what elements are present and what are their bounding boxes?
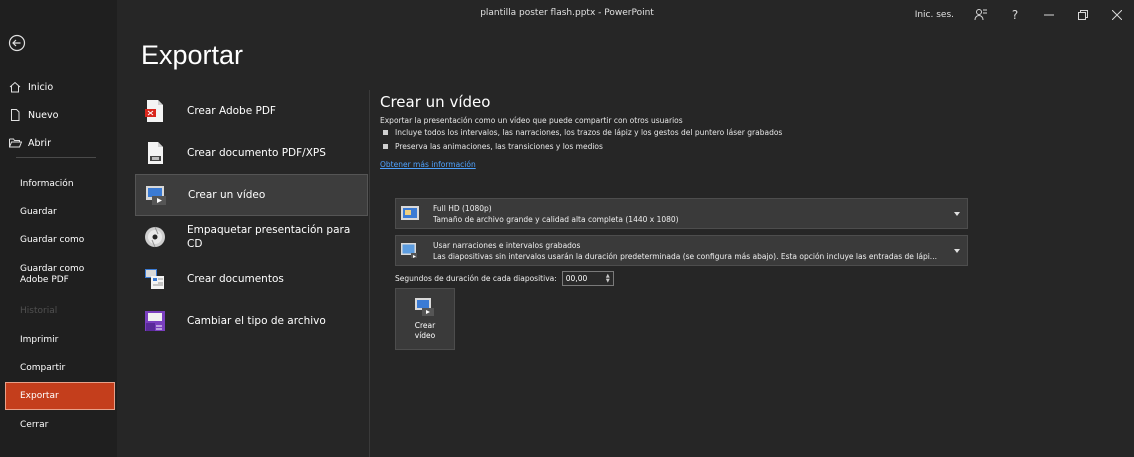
slide-duration-stepper[interactable]: 00,00 ▲ ▼ (561, 271, 614, 286)
nav-item-label: Guardar (20, 206, 57, 217)
nav-item-label: Nuevo (28, 109, 59, 121)
change-file-type-icon (145, 311, 165, 331)
sign-in-link[interactable]: Inic. ses. (915, 10, 954, 20)
restore-icon[interactable] (1066, 0, 1100, 30)
narration-timing-icon (401, 242, 417, 258)
close-icon[interactable] (1100, 0, 1134, 30)
nav-item-label: Compartir (20, 362, 66, 373)
quality-title: Full HD (1080p) (433, 203, 492, 213)
nav-item-cerrar[interactable]: Cerrar (0, 410, 117, 440)
handouts-icon (145, 269, 164, 289)
bullet-item: Incluye todos los intervalos, las narrac… (380, 128, 970, 137)
option-empaquetar-cd[interactable]: Empaquetar presentación para CD (135, 216, 368, 258)
option-label: Crear documentos (187, 273, 284, 285)
title-bar-controls: Inic. ses. ? (915, 0, 1134, 30)
nav-item-label: Historial (20, 305, 58, 316)
pdf-xps-icon (148, 142, 163, 164)
nav-top: Inicio Nuevo Abrir (0, 73, 117, 157)
create-video-button[interactable]: Crear vídeo (395, 288, 455, 350)
narration-text: Usar narraciones e intervalos grabados L… (433, 240, 947, 262)
folder-open-icon (8, 136, 22, 150)
narration-dropdown[interactable]: Usar narraciones e intervalos grabados L… (395, 235, 968, 266)
create-video-label: Crear vídeo (414, 321, 436, 340)
bullet-item: Preserva las animaciones, las transicion… (380, 142, 970, 151)
help-icon[interactable]: ? (998, 0, 1032, 30)
nav-item-label: Cerrar (20, 419, 49, 430)
option-label: Crear un vídeo (188, 189, 266, 201)
option-cambiar-tipo-archivo[interactable]: Cambiar el tipo de archivo (135, 300, 368, 342)
nav-bottom: Información Guardar Guardar como Guardar… (0, 170, 117, 440)
panel-description: Exportar la presentación como un vídeo q… (380, 116, 683, 125)
option-crear-documentos[interactable]: Crear documentos (135, 258, 368, 300)
nav-item-label: Inicio (28, 81, 54, 93)
slide-duration-row: Segundos de duración de cada diapositiva… (395, 271, 614, 286)
nav-separator (16, 157, 96, 158)
learn-more-link[interactable]: Obtener más información (380, 160, 970, 169)
narration-subtitle: Las diapositivas sin intervalos usarán l… (433, 251, 937, 261)
nav-item-label: Guardar como (20, 234, 85, 245)
nav-item-nuevo[interactable]: Nuevo (0, 101, 117, 129)
nav-item-label: Exportar (20, 390, 59, 401)
back-arrow-icon[interactable] (8, 34, 30, 56)
panel-divider (369, 90, 370, 457)
option-label: Empaquetar presentación para CD (187, 224, 351, 250)
nav-item-label: Guardar como Adobe PDF (20, 264, 85, 285)
bullet-text: Incluye todos los intervalos, las narrac… (395, 128, 783, 137)
bullet-square-icon (383, 130, 388, 135)
nav-item-label: Abrir (28, 137, 51, 149)
stepper-arrows-icon[interactable]: ▲ ▼ (606, 273, 610, 284)
quality-subtitle: Tamaño de archivo grande y calidad alta … (433, 214, 679, 224)
backstage-sidebar: Inicio Nuevo Abrir Información Guardar G… (0, 0, 117, 457)
nav-item-historial: Historial (0, 296, 117, 326)
narration-title: Usar narraciones e intervalos grabados (433, 240, 581, 250)
nav-item-abrir[interactable]: Abrir (0, 129, 117, 157)
bullet-text: Preserva las animaciones, las transicion… (395, 142, 603, 151)
nav-item-guardar-como-adobe-pdf[interactable]: Guardar como Adobe PDF (0, 254, 100, 296)
option-crear-adobe-pdf[interactable]: Crear Adobe PDF (135, 90, 368, 132)
page-title: Exportar (141, 40, 244, 70)
option-label: Crear Adobe PDF (187, 105, 276, 117)
option-label: Cambiar el tipo de archivo (187, 315, 326, 327)
nav-item-guardar-como[interactable]: Guardar como (0, 226, 117, 254)
home-icon (8, 80, 22, 94)
nav-item-imprimir[interactable]: Imprimir (0, 326, 117, 354)
export-options-list: Crear Adobe PDF Crear documento PDF/XPS … (135, 90, 368, 342)
create-video-panel: Crear un vídeo Exportar la presentación … (380, 90, 970, 169)
cd-icon (145, 226, 165, 248)
option-label: Crear documento PDF/XPS (187, 147, 326, 159)
nav-item-informacion[interactable]: Información (0, 170, 117, 198)
nav-item-exportar[interactable]: Exportar (5, 382, 115, 410)
quality-text: Full HD (1080p) Tamaño de archivo grande… (433, 203, 947, 225)
nav-item-label: Imprimir (20, 334, 59, 345)
new-document-icon (8, 108, 22, 122)
nav-item-compartir[interactable]: Compartir (0, 354, 117, 382)
slide-duration-value[interactable]: 00,00 (566, 274, 587, 283)
chevron-down-icon (954, 248, 960, 253)
option-crear-un-video[interactable]: Crear un vídeo (135, 174, 368, 216)
adobe-pdf-icon (145, 100, 163, 122)
bullet-square-icon (383, 144, 388, 149)
nav-item-inicio[interactable]: Inicio (0, 73, 117, 101)
quality-dropdown[interactable]: Full HD (1080p) Tamaño de archivo grande… (395, 198, 968, 229)
create-video-icon (415, 298, 434, 316)
chevron-down-icon (954, 211, 960, 216)
option-crear-documento-pdf-xps[interactable]: Crear documento PDF/XPS (135, 132, 368, 174)
minimize-icon[interactable] (1032, 0, 1066, 30)
presentation-quality-icon (401, 205, 419, 220)
title-bar: plantilla poster flash.pptx - PowerPoint… (0, 0, 1134, 30)
slide-duration-label: Segundos de duración de cada diapositiva… (395, 274, 557, 283)
panel-title: Crear un vídeo (380, 93, 491, 111)
coauthor-icon[interactable] (964, 0, 998, 30)
nav-item-label: Información (20, 178, 74, 189)
video-icon (146, 186, 166, 205)
nav-item-guardar[interactable]: Guardar (0, 198, 117, 226)
